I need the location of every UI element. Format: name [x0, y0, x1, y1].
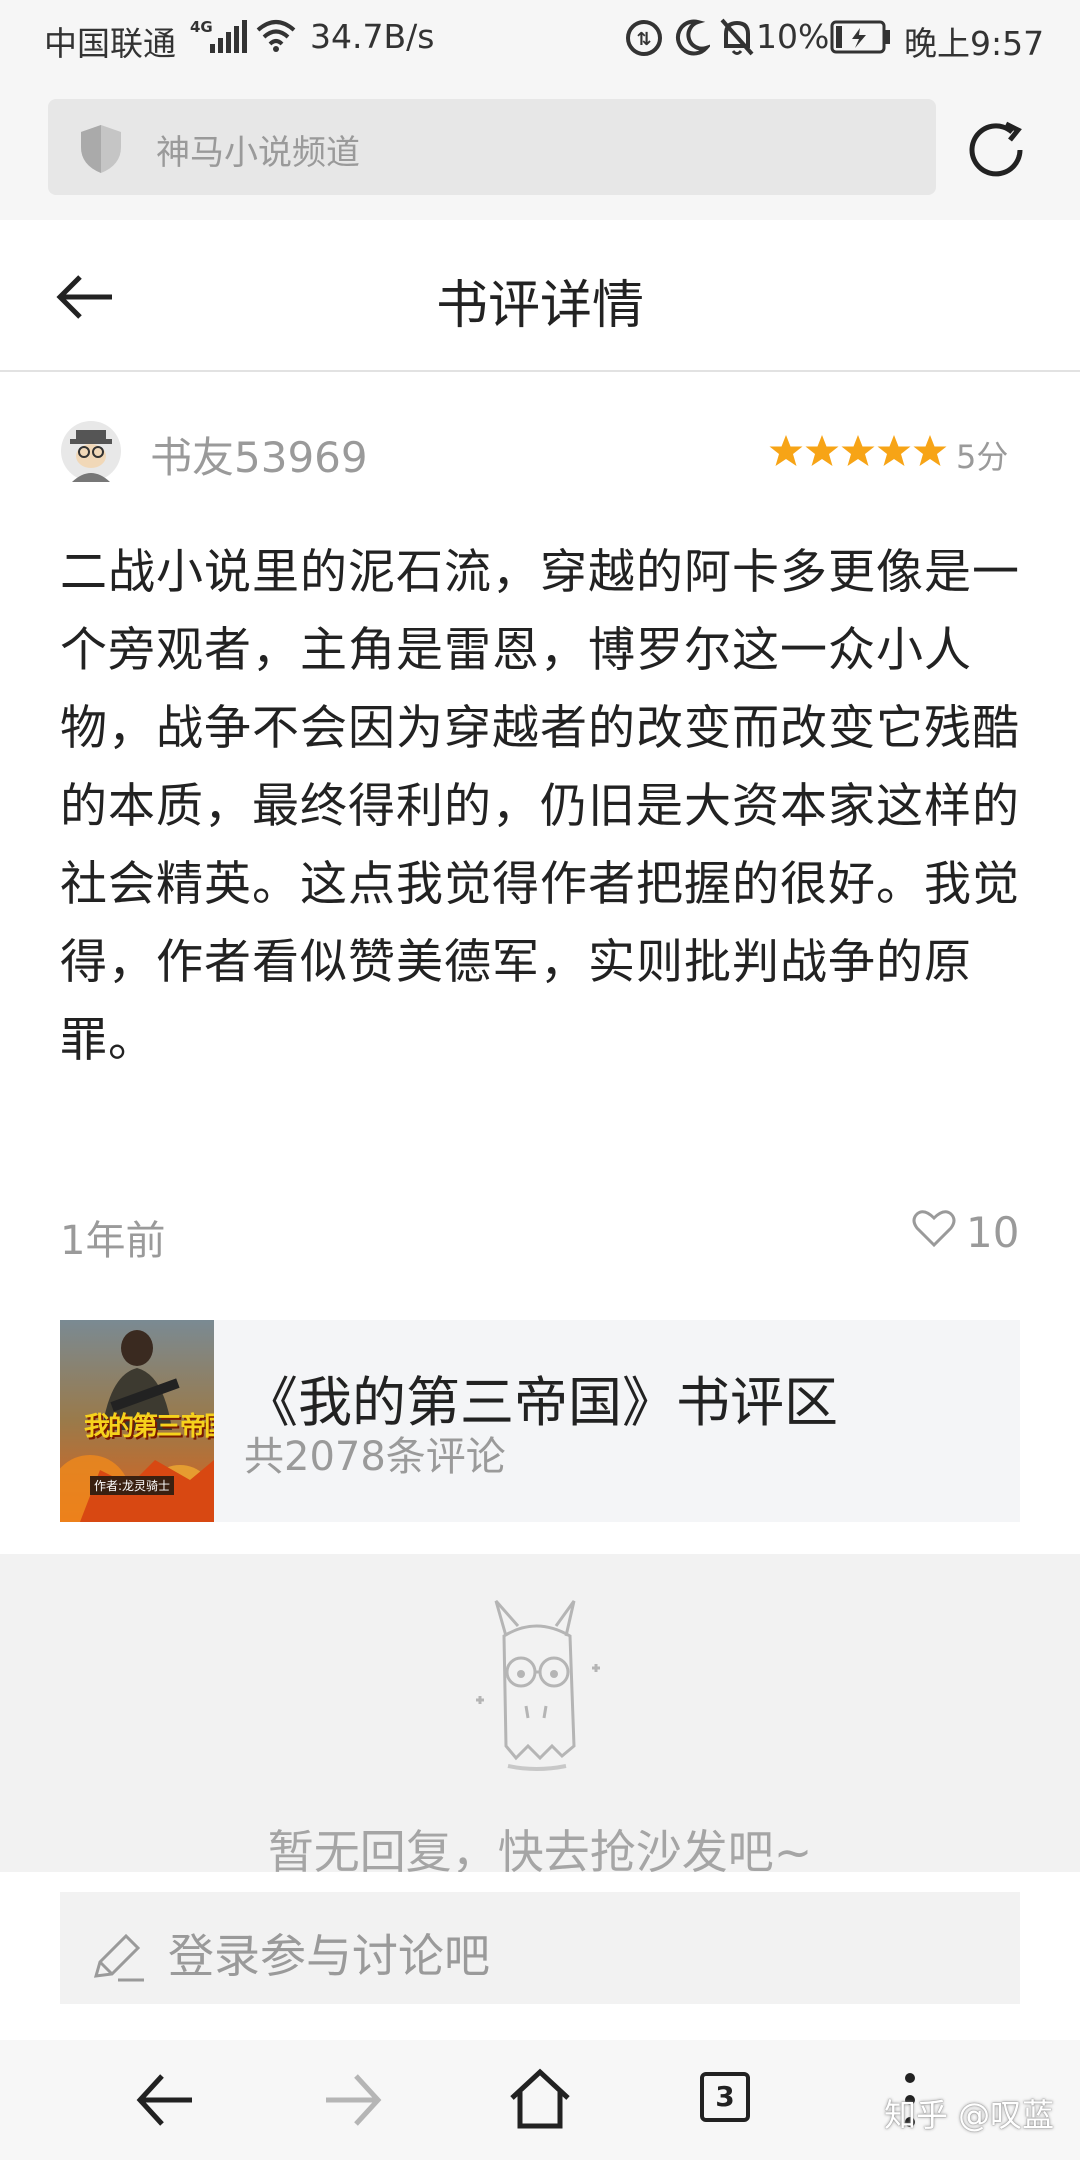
- moon-icon: [675, 19, 710, 56]
- carrier-label: 中国联通: [44, 24, 176, 63]
- browser-toolbar: 神马小说频道: [0, 76, 1080, 220]
- mute-bell-icon: [720, 18, 754, 56]
- tabs-button[interactable]: 3: [700, 2072, 750, 2122]
- star-icon: [841, 435, 875, 466]
- battery-percent: 10%: [756, 17, 830, 56]
- replies-section: 暂无回复，快去抢沙发吧~: [0, 1554, 1080, 1879]
- signal-icon: [210, 20, 247, 53]
- svg-text:⇅: ⇅: [636, 29, 651, 50]
- shield-icon: [81, 125, 121, 173]
- comment-count: 共2078条评论: [244, 1434, 506, 1480]
- comment-placeholder: 登录参与讨论吧: [168, 1929, 490, 1983]
- star-icon: [769, 435, 803, 466]
- review-body: 二战小说里的泥石流，穿越的阿卡多更像是一个旁观者，主角是雷恩，博罗尔这一众小人物…: [60, 545, 1020, 1068]
- review-time: 1年前: [60, 1218, 166, 1264]
- home-icon[interactable]: [508, 2068, 572, 2130]
- like-count: 10: [966, 1208, 1020, 1257]
- comment-bar: 登录参与讨论吧: [0, 1872, 1080, 2040]
- heart-icon[interactable]: [912, 1208, 956, 1248]
- rating-stars: [769, 435, 947, 466]
- address-text: 神马小说频道: [156, 133, 360, 173]
- page-title: 书评详情: [435, 276, 644, 336]
- star-icon: [805, 435, 839, 466]
- cover-author: 作者:龙灵骑士: [90, 1476, 175, 1495]
- review-score: 5分: [956, 438, 1009, 476]
- status-bar: 中国联通 4G 34.7B/s ⇅ 10% 晚上9:57: [0, 0, 1080, 76]
- address-bar[interactable]: 神马小说频道: [48, 99, 936, 195]
- reviewer-name[interactable]: 书友53969: [150, 424, 368, 485]
- browser-bottom-nav: 3 知乎 @叹蓝: [0, 2040, 1080, 2160]
- cover-title: 我的第三帝国: [84, 1412, 214, 1442]
- avatar[interactable]: [60, 420, 122, 482]
- nav-back-icon[interactable]: [136, 2072, 196, 2128]
- star-icon: [913, 435, 947, 466]
- star-icon: [877, 435, 911, 466]
- data-saver-icon: ⇅: [626, 20, 662, 56]
- comment-input[interactable]: 登录参与讨论吧: [60, 1892, 1020, 2004]
- nav-forward-icon[interactable]: [322, 2072, 382, 2128]
- battery-icon: [830, 20, 890, 54]
- clock: 晚上9:57: [904, 24, 1045, 63]
- book-review-card[interactable]: 我的第三帝国 作者:龙灵骑士 《我的第三帝国》书评区 共2078条评论: [60, 1320, 1020, 1522]
- refresh-icon[interactable]: [966, 118, 1026, 178]
- network-speed: 34.7B/s: [310, 17, 435, 56]
- pencil-icon: [93, 1933, 144, 1982]
- empty-llama-icon: [476, 1600, 600, 1771]
- page-header: 书评详情: [0, 220, 1080, 372]
- watermark: 知乎 @叹蓝: [884, 2096, 1055, 2134]
- book-cover: 我的第三帝国 作者:龙灵骑士: [60, 1320, 214, 1522]
- wifi-icon: [256, 20, 296, 52]
